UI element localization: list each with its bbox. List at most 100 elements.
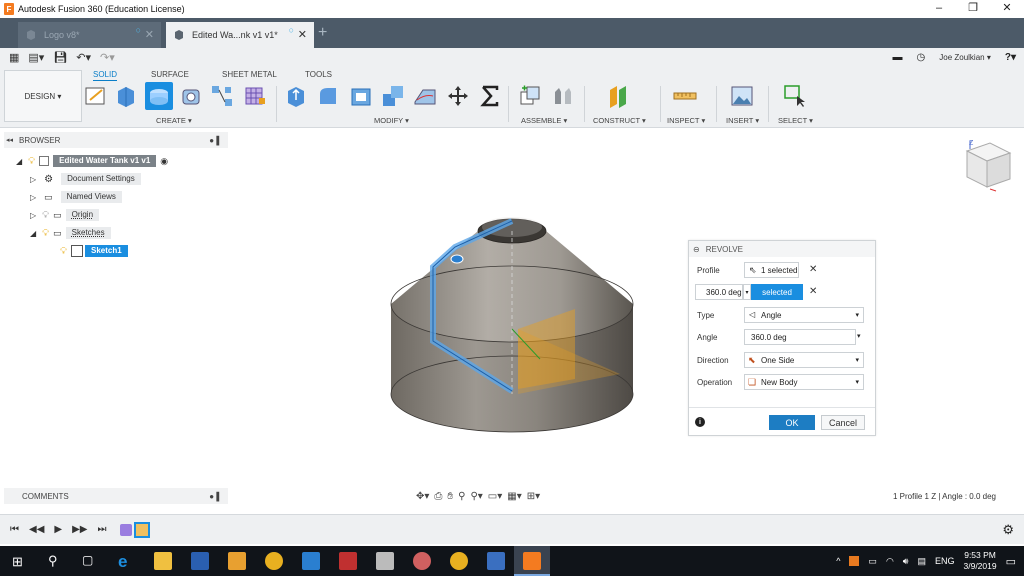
angle-dropdown-icon[interactable]: ▾ [857, 332, 861, 340]
tab-logo-v8[interactable]: Logo v8* ○ ✕ [18, 22, 161, 48]
angle-quick-input[interactable]: 360.0 deg [695, 284, 743, 300]
angle-quick-dropdown[interactable]: ▾ [743, 284, 751, 300]
timeline-settings-gear-icon[interactable]: ⚙ [1002, 522, 1014, 538]
chrome-icon[interactable] [265, 552, 283, 570]
tab-tools[interactable]: TOOLS [305, 70, 332, 79]
collapse-browser-icon[interactable]: ◂◂ [6, 136, 13, 144]
axis-selector[interactable]: selected [751, 284, 803, 300]
chrome-icon-2[interactable] [450, 552, 468, 570]
tree-item-sketches[interactable]: ◢ 💡︎ ▭ Sketches [30, 226, 111, 240]
lightbulb-icon[interactable]: 💡︎ [60, 246, 67, 257]
comments-pin-icon[interactable]: ● ▌ [209, 492, 222, 501]
ok-button[interactable]: OK [769, 415, 815, 430]
measure-ruler-icon[interactable] [673, 84, 697, 108]
loft-icon[interactable] [210, 84, 234, 108]
mail-app-icon[interactable] [191, 552, 209, 570]
clock[interactable]: 9:53 PM 3/9/2019 [964, 550, 997, 572]
timeline-feature-sketch-icon[interactable] [120, 523, 133, 536]
go-to-end-icon[interactable]: ⏭ [97, 524, 106, 535]
sweep-icon[interactable] [179, 84, 203, 108]
tree-item-named-views[interactable]: ▷ ▭ Named Views [30, 190, 122, 204]
clear-profile-icon[interactable]: ✕ [809, 264, 817, 275]
app-icon-blue-2[interactable] [487, 552, 505, 570]
tab-close-icon[interactable]: ✕ [145, 28, 154, 41]
collapsed-triangle-icon[interactable]: ▷ [30, 211, 36, 220]
calculator-icon[interactable] [376, 552, 394, 570]
file-menu-icon[interactable]: ▤▾ [28, 51, 44, 64]
inspect-group-label[interactable]: INSPECT ▾ [667, 116, 705, 125]
info-icon[interactable]: i [695, 417, 705, 427]
edge-browser-icon[interactable]: e [118, 552, 136, 571]
create-group-label[interactable]: CREATE ▾ [156, 116, 192, 125]
comments-panel-header[interactable]: COMMENTS ● ▌ [4, 488, 228, 504]
pattern-icon[interactable] [243, 84, 267, 108]
tab-surface[interactable]: SURFACE [151, 70, 189, 79]
play-icon[interactable]: ▶ [54, 524, 62, 535]
undo-icon[interactable]: ↶▾ [76, 51, 91, 64]
language-indicator[interactable]: ENG [935, 556, 955, 566]
operation-dropdown[interactable]: ❏ New Body ▾ [744, 374, 864, 390]
direction-dropdown[interactable]: ⬉ One Side ▾ [744, 352, 864, 368]
tree-item-sketch1[interactable]: 💡︎ Sketch1 [60, 244, 128, 258]
go-to-start-icon[interactable]: ⏮ [10, 524, 19, 535]
profile-selector[interactable]: ⇖ 1 selected [744, 262, 799, 278]
fillet-icon[interactable] [316, 84, 340, 108]
browser-panel-header[interactable]: ◂◂ BROWSER ● ▌ [4, 132, 228, 148]
offset-plane-icon[interactable] [607, 84, 631, 108]
browser-pin-icon[interactable]: ● ▌ [209, 136, 222, 145]
tree-item-document-settings[interactable]: ▷ ⚙ Document Settings [30, 172, 141, 186]
lightbulb-icon[interactable]: 💡︎ [28, 156, 35, 167]
tab-edited-water-tank[interactable]: Edited Wa...nk v1 v1* ○ ✕ [166, 22, 314, 48]
insert-image-icon[interactable] [730, 84, 754, 108]
new-component-icon[interactable] [518, 84, 542, 108]
tree-item-origin[interactable]: ▷ 💡︎ ▭ Origin [30, 208, 100, 222]
redo-icon[interactable]: ↷▾ [100, 51, 115, 64]
angle-input[interactable]: 360.0 deg [744, 329, 856, 345]
press-pull-icon[interactable] [284, 84, 308, 108]
activate-radio-icon[interactable]: ◉ [160, 156, 168, 167]
parameters-sigma-icon[interactable] [478, 84, 502, 108]
grid-menu-icon[interactable]: ▦ [9, 51, 19, 64]
construct-group-label[interactable]: CONSTRUCT ▾ [593, 116, 646, 125]
pan-hand-icon[interactable]: ✋︎ [447, 491, 453, 502]
battery-icon[interactable]: ▭ [868, 556, 877, 567]
file-explorer-icon[interactable] [154, 552, 172, 570]
new-tab-button[interactable]: + [318, 24, 327, 42]
revolve-dialog-header[interactable]: ⊖ REVOLVE [689, 241, 875, 257]
search-icon[interactable]: ⚲ [48, 553, 58, 569]
collapsed-triangle-icon[interactable]: ▷ [30, 193, 36, 202]
shell-icon[interactable] [349, 84, 373, 108]
tab-close-icon[interactable]: ✕ [298, 28, 307, 41]
orbit-icon[interactable]: ✥▾ [416, 491, 429, 502]
tree-item-root[interactable]: ◢ 💡︎ Edited Water Tank v1 v1 ◉ [16, 154, 168, 168]
save-icon[interactable]: 💾︎ [53, 51, 67, 64]
job-status-icon[interactable]: ▬ [893, 52, 903, 63]
joint-icon[interactable] [551, 84, 575, 108]
revolve-icon[interactable] [147, 84, 171, 108]
create-sketch-icon[interactable] [84, 84, 108, 108]
tab-sheet-metal[interactable]: SHEET METAL [222, 70, 277, 79]
modify-group-label[interactable]: MODIFY ▾ [374, 116, 409, 125]
lightbulb-off-icon[interactable]: 💡︎ [42, 210, 49, 221]
expanded-triangle-icon[interactable]: ◢ [16, 157, 22, 166]
expanded-triangle-icon[interactable]: ◢ [30, 229, 36, 238]
step-back-icon[interactable]: ◀◀ [29, 524, 44, 535]
tab-solid[interactable]: SOLID [93, 70, 118, 81]
task-view-icon[interactable]: ▢ [82, 553, 93, 567]
wifi-icon[interactable]: ◠ [886, 556, 894, 567]
minimize-button[interactable]: – [922, 0, 956, 18]
collapsed-triangle-icon[interactable]: ▷ [30, 175, 36, 184]
clear-axis-icon[interactable]: ✕ [809, 286, 817, 297]
assemble-group-label[interactable]: ASSEMBLE ▾ [521, 116, 567, 125]
show-hidden-icons-chevron[interactable]: ^ [836, 556, 840, 566]
viewports-icon[interactable]: ⊞▾ [527, 491, 540, 502]
action-center-icon[interactable]: ▭ [1006, 555, 1016, 568]
windows-start-icon[interactable]: ⊞ [12, 554, 23, 570]
user-account-menu[interactable]: Joe Zoulkian ▾ [939, 53, 991, 62]
timeline-feature-revolve-icon[interactable] [134, 521, 151, 538]
fit-zoom-icon[interactable]: ⚲▾ [470, 491, 482, 502]
app-icon-blue[interactable] [302, 552, 320, 570]
step-forward-icon[interactable]: ▶▶ [72, 524, 87, 535]
fusion-taskbar-icon[interactable] [523, 552, 541, 570]
combine-icon[interactable] [381, 84, 405, 108]
